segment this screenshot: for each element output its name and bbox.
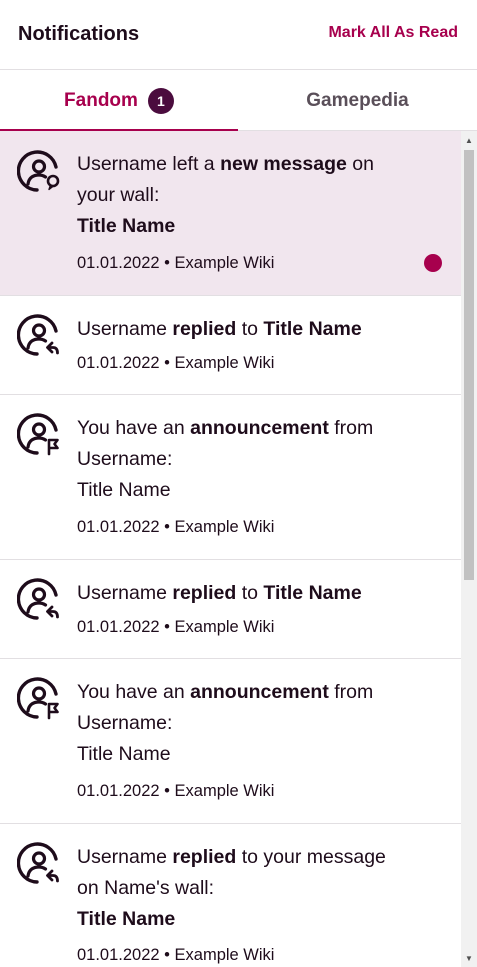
- tab-gamepedia[interactable]: Gamepedia: [238, 70, 477, 131]
- mark-all-read-button[interactable]: Mark All As Read: [328, 24, 458, 42]
- user-reply-icon: [16, 578, 63, 624]
- notification-item[interactable]: Username left a new message on your wall…: [0, 131, 461, 296]
- notification-item[interactable]: You have an announcement from Username: …: [0, 395, 461, 560]
- notification-text: Username left a new message on your wall…: [77, 153, 374, 237]
- tab-gamepedia-label: Gamepedia: [306, 89, 409, 111]
- notification-meta: 01.01.2022 • Example Wiki: [77, 782, 275, 800]
- notification-meta: 01.01.2022 • Example Wiki: [77, 254, 275, 272]
- notification-list: Username left a new message on your wall…: [0, 131, 461, 967]
- notification-meta: 01.01.2022 • Example Wiki: [77, 354, 275, 372]
- user-message-icon: [16, 150, 63, 196]
- scroll-up-arrow-icon[interactable]: ▲: [461, 133, 477, 147]
- notification-text: You have an announcement from Username: …: [77, 681, 374, 765]
- tab-fandom[interactable]: Fandom 1: [0, 70, 238, 132]
- notification-meta: 01.01.2022 • Example Wiki: [77, 518, 275, 536]
- scrollbar[interactable]: ▲ ▼: [461, 131, 477, 967]
- user-reply-icon: [16, 314, 63, 360]
- notifications-panel: Notifications Mark All As Read Fandom 1 …: [0, 0, 477, 967]
- notification-text: Username replied to your message on Name…: [77, 846, 386, 930]
- notification-text: Username replied to Title Name: [77, 582, 362, 604]
- panel-title: Notifications: [18, 23, 140, 45]
- notification-item[interactable]: Username replied to Title Name 01.01.202…: [0, 560, 461, 659]
- user-reply-icon: [16, 842, 63, 888]
- notification-item[interactable]: You have an announcement from Username: …: [0, 659, 461, 824]
- notification-meta: 01.01.2022 • Example Wiki: [77, 946, 275, 964]
- unread-count-badge: 1: [147, 87, 174, 114]
- notification-text: Username replied to Title Name: [77, 318, 362, 340]
- scrollbar-thumb[interactable]: [464, 150, 474, 580]
- notification-item[interactable]: Username replied to Title Name 01.01.202…: [0, 296, 461, 395]
- tab-bar: Fandom 1 Gamepedia: [0, 70, 477, 132]
- user-announcement-icon: [16, 413, 63, 459]
- notification-meta: 01.01.2022 • Example Wiki: [77, 618, 275, 636]
- tab-fandom-label: Fandom: [64, 89, 138, 111]
- scroll-down-arrow-icon[interactable]: ▼: [461, 951, 477, 965]
- notifications-header: Notifications Mark All As Read: [0, 0, 477, 70]
- user-announcement-icon: [16, 677, 63, 723]
- unread-indicator: [424, 254, 442, 272]
- notification-text: You have an announcement from Username: …: [77, 417, 374, 501]
- notification-item[interactable]: Username replied to your message on Name…: [0, 824, 461, 967]
